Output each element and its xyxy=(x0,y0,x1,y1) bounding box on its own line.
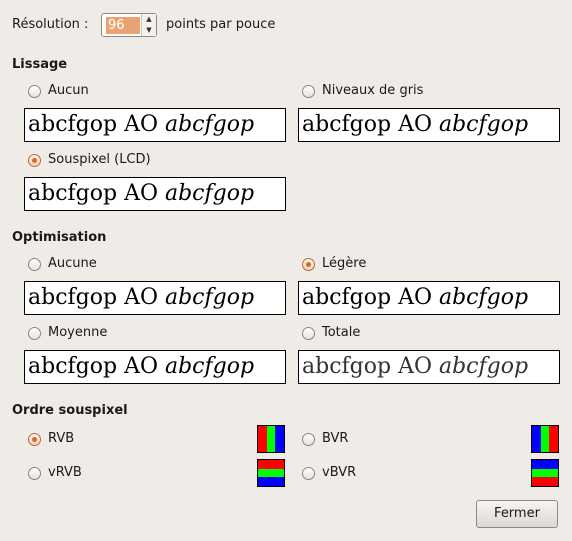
hinting-none-preview: abcfgop AO abcfgop xyxy=(24,281,286,315)
subpixel-vrgb-radio[interactable] xyxy=(28,467,41,480)
spin-down-arrow-icon[interactable]: ▼ xyxy=(142,25,156,36)
preview-regular: abcfgop AO xyxy=(28,285,165,310)
swatch-stripe xyxy=(266,426,276,452)
hinting-full-label[interactable]: Totale xyxy=(322,325,360,341)
swatch-stripe xyxy=(258,460,284,469)
smoothing-none-radio[interactable] xyxy=(28,85,41,98)
preview-regular: abcfgop AO xyxy=(302,285,439,310)
subpixel-rgb-radio[interactable] xyxy=(28,433,41,446)
hinting-slight-radio[interactable] xyxy=(302,258,315,271)
preview-regular: abcfgop AO xyxy=(302,354,439,379)
bgr-order-icon xyxy=(531,425,559,453)
resolution-unit: points par pouce xyxy=(166,17,276,32)
resolution-value[interactable]: 96 xyxy=(106,17,140,34)
smoothing-grayscale-preview: abcfgop AO abcfgop xyxy=(298,108,560,142)
hinting-title: Optimisation xyxy=(12,230,107,245)
preview-italic: abcfgop xyxy=(164,354,255,379)
preview-regular: abcfgop AO xyxy=(28,181,165,206)
swatch-stripe xyxy=(532,468,558,478)
swatch-stripe xyxy=(532,426,541,452)
hinting-medium-preview: abcfgop AO abcfgop xyxy=(24,350,286,384)
smoothing-grayscale-radio[interactable] xyxy=(302,85,315,98)
close-button[interactable]: Fermer xyxy=(476,500,558,528)
subpixel-vbgr-radio[interactable] xyxy=(302,467,315,480)
swatch-stripe xyxy=(258,468,284,478)
smoothing-none-preview: abcfgop AO abcfgop xyxy=(24,108,286,142)
smoothing-subpixel-radio[interactable] xyxy=(28,154,41,167)
subpixel-rgb-label[interactable]: RVB xyxy=(48,431,74,447)
hinting-medium-radio[interactable] xyxy=(28,327,41,340)
resolution-label: Résolution : xyxy=(12,17,89,32)
preview-italic: abcfgop xyxy=(164,181,255,206)
swatch-stripe xyxy=(275,426,285,452)
smoothing-title: Lissage xyxy=(12,57,68,72)
hinting-full-radio[interactable] xyxy=(302,327,315,340)
rgb-order-icon xyxy=(257,425,285,453)
swatch-stripe xyxy=(532,477,558,487)
swatch-stripe xyxy=(258,426,267,452)
vbgr-order-icon xyxy=(531,459,559,487)
smoothing-subpixel-label[interactable]: Souspixel (LCD) xyxy=(48,152,151,168)
hinting-none-radio[interactable] xyxy=(28,258,41,271)
subpixel-bgr-label[interactable]: BVR xyxy=(322,431,348,447)
preview-italic: abcfgop xyxy=(164,112,255,137)
smoothing-grayscale-label[interactable]: Niveaux de gris xyxy=(322,83,423,99)
subpixel-vrgb-label[interactable]: vRVB xyxy=(48,465,82,481)
hinting-slight-label[interactable]: Légère xyxy=(322,256,366,272)
hinting-medium-label[interactable]: Moyenne xyxy=(48,325,107,341)
hinting-none-label[interactable]: Aucune xyxy=(48,256,97,272)
spin-arrows: ▲ ▼ xyxy=(141,14,156,36)
swatch-stripe xyxy=(532,460,558,469)
swatch-stripe xyxy=(258,477,284,487)
hinting-slight-preview: abcfgop AO abcfgop xyxy=(298,281,560,315)
preview-regular: abcfgop AO xyxy=(28,112,165,137)
preview-italic: abcfgop xyxy=(438,285,529,310)
subpixel-vbgr-label[interactable]: vBVR xyxy=(322,465,356,481)
subpixel-title: Ordre souspixel xyxy=(12,403,128,418)
preview-italic: abcfgop xyxy=(438,354,529,379)
preview-italic: abcfgop xyxy=(438,112,529,137)
swatch-stripe xyxy=(540,426,550,452)
preview-regular: abcfgop AO xyxy=(302,112,439,137)
subpixel-bgr-radio[interactable] xyxy=(302,433,315,446)
hinting-full-preview: abcfgop AO abcfgop xyxy=(298,350,560,384)
vrgb-order-icon xyxy=(257,459,285,487)
preview-regular: abcfgop AO xyxy=(28,354,165,379)
preview-italic: abcfgop xyxy=(164,285,255,310)
smoothing-none-label[interactable]: Aucun xyxy=(48,83,89,99)
spin-up-arrow-icon[interactable]: ▲ xyxy=(142,14,156,25)
swatch-stripe xyxy=(549,426,559,452)
resolution-spinbutton[interactable]: 96 ▲ ▼ xyxy=(101,13,157,37)
smoothing-subpixel-preview: abcfgop AO abcfgop xyxy=(24,177,286,211)
